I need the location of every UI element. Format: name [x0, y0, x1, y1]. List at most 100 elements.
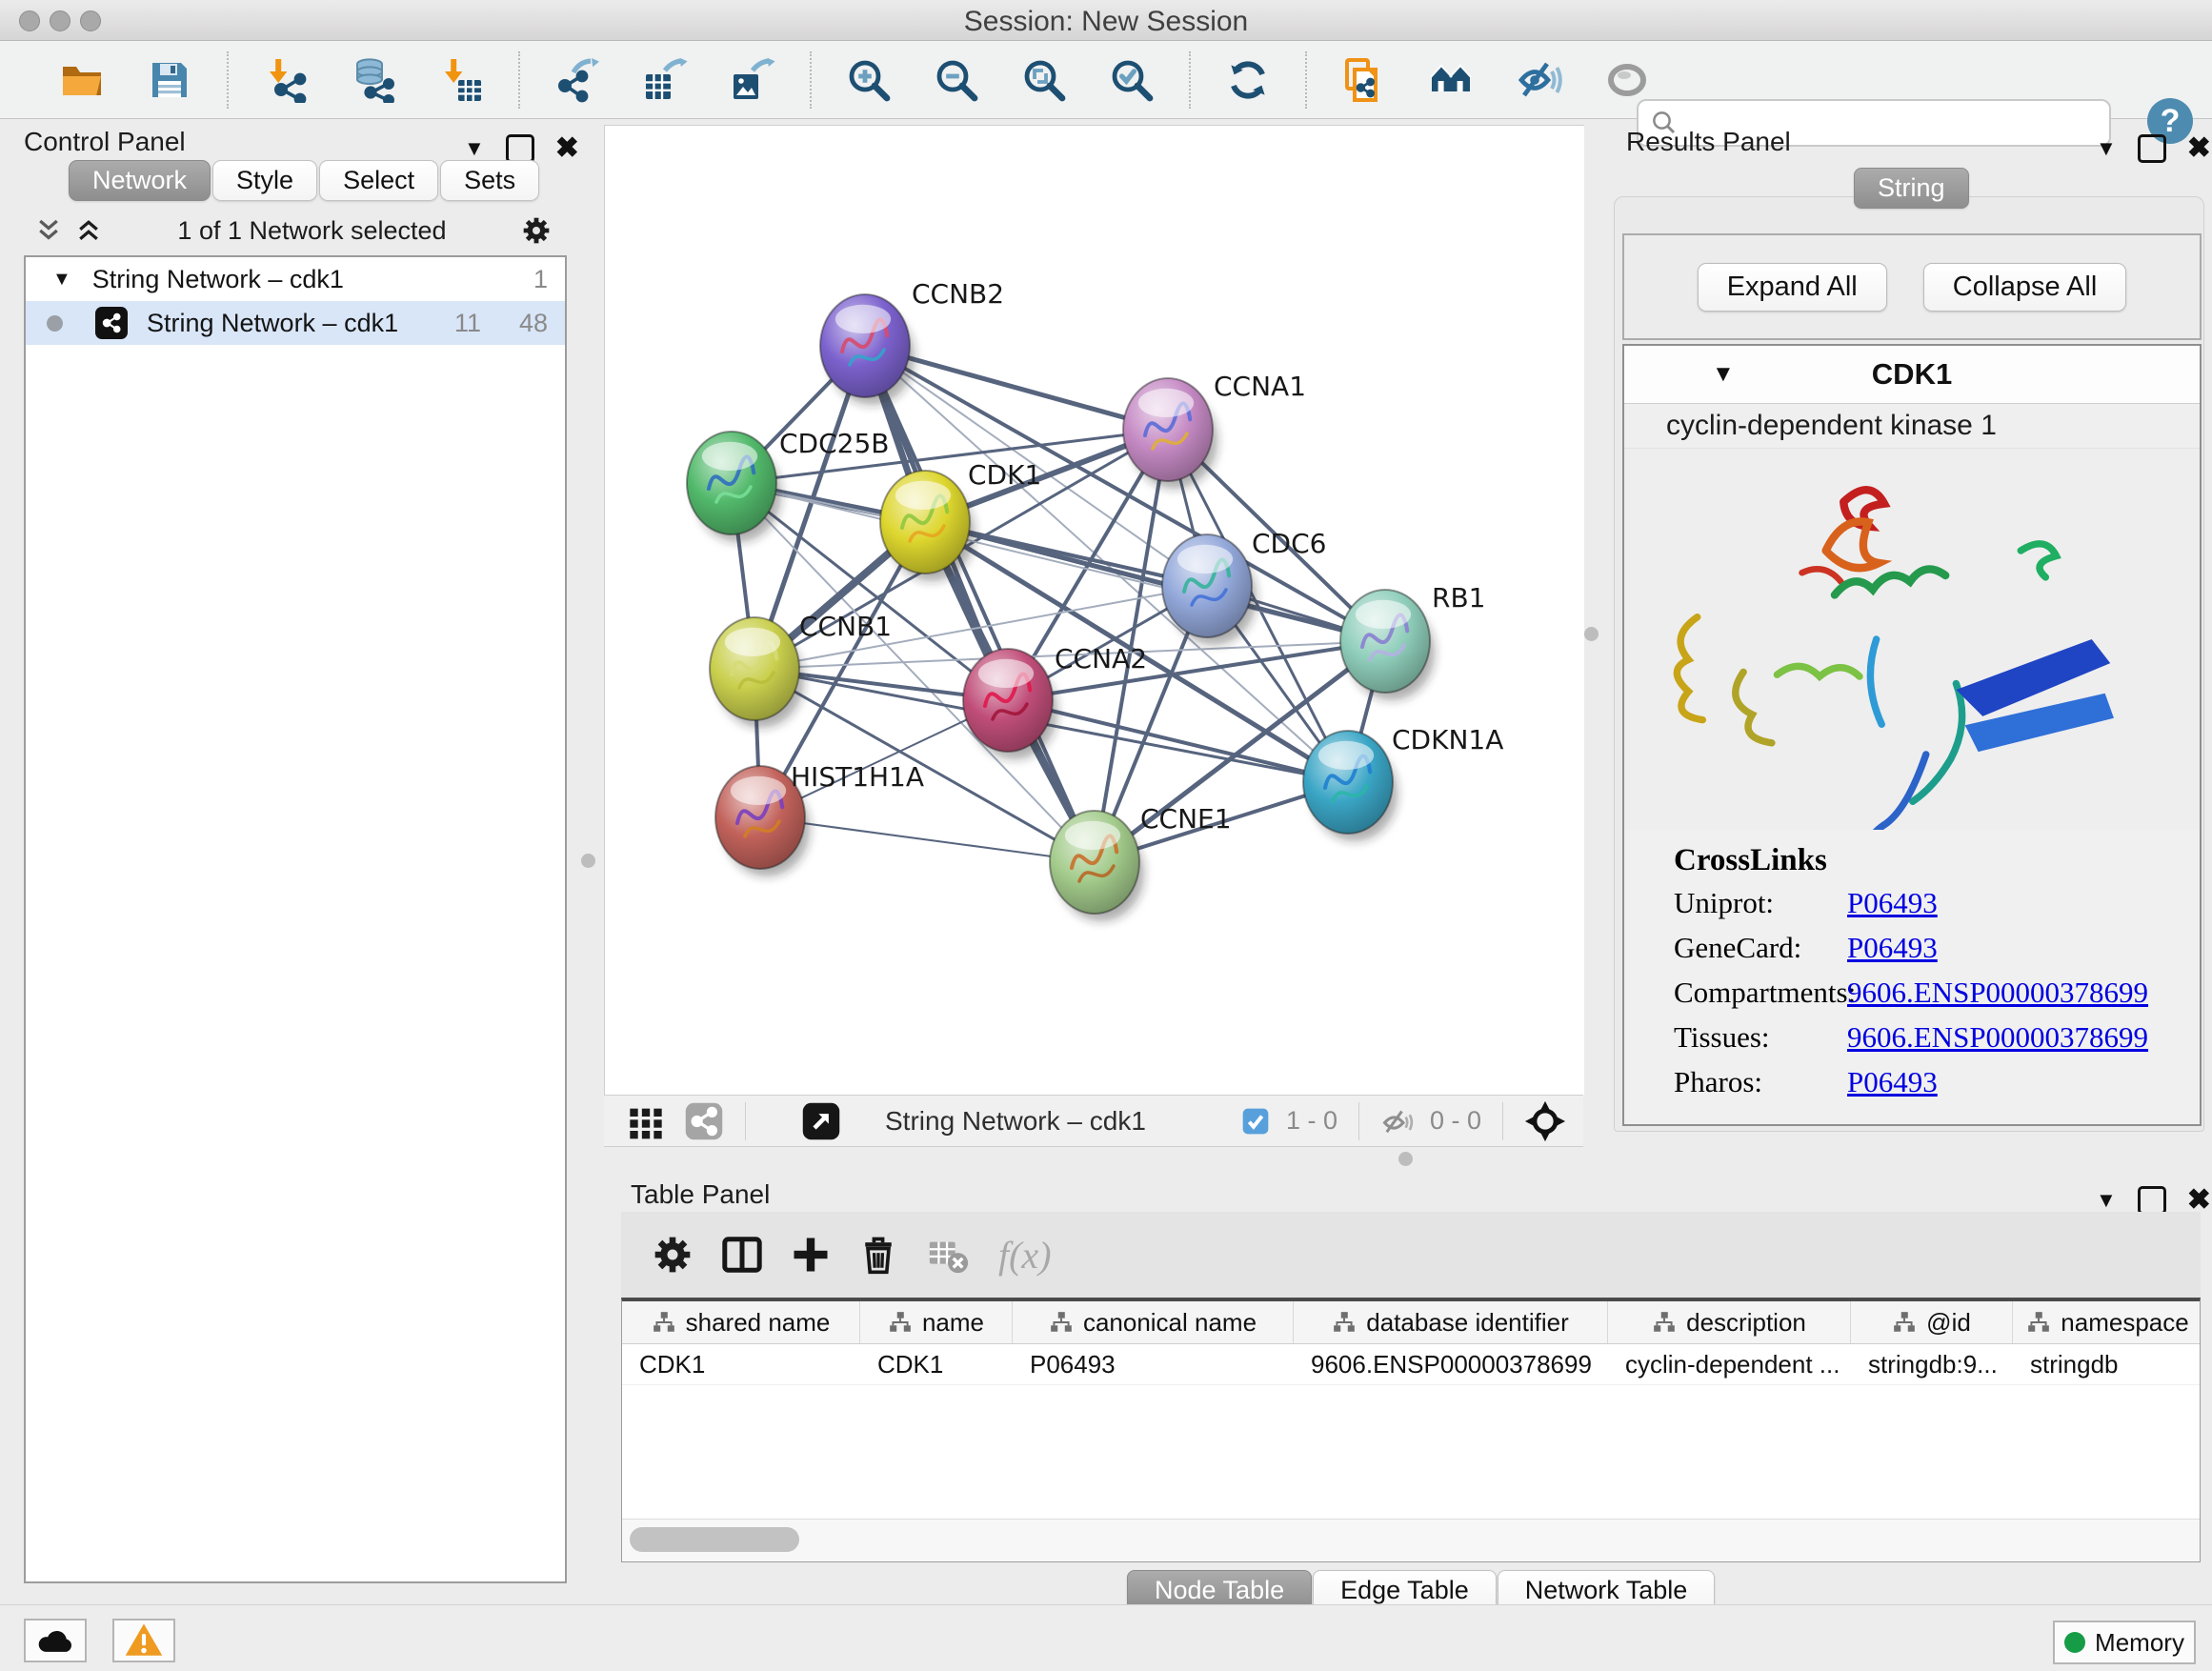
tab-network[interactable]: Network	[69, 160, 211, 201]
refresh-view-button[interactable]	[1204, 50, 1292, 111]
control-panel-menu-button[interactable]: ▼	[464, 136, 485, 161]
node-CCNA2[interactable]	[963, 649, 1053, 752]
create-column-button[interactable]	[777, 1235, 844, 1275]
table-h-scrollbar[interactable]	[622, 1519, 2200, 1561]
column-header-shared-name[interactable]: shared name	[622, 1301, 860, 1343]
tab-string-results[interactable]: String	[1854, 168, 1969, 209]
network-overview-icon	[1429, 57, 1475, 103]
crosslink-link[interactable]: 9606.ENSP00000378699	[1847, 976, 2148, 1010]
node-CCNA1[interactable]	[1123, 378, 1213, 481]
zoom-fit-icon	[1021, 57, 1067, 103]
right-splitter-handle[interactable]	[1584, 627, 1599, 641]
node-RB1[interactable]	[1340, 590, 1430, 693]
delete-table-button[interactable]	[913, 1233, 983, 1277]
tab-style[interactable]: Style	[212, 160, 317, 201]
crosslink-link[interactable]: 9606.ENSP00000378699	[1847, 1020, 2148, 1055]
zoom-in-button[interactable]	[825, 50, 913, 111]
import-network-file-icon	[263, 57, 309, 103]
table-cell[interactable]: CDK1	[860, 1344, 1013, 1384]
scrollbar-thumb[interactable]	[630, 1527, 799, 1552]
node-CDC25B[interactable]	[687, 432, 776, 534]
crosslink-link[interactable]: P06493	[1847, 931, 1938, 965]
table-cell[interactable]: stringdb	[2013, 1344, 2201, 1384]
grid-icon	[627, 1102, 665, 1140]
results-panel-close-button[interactable]: ✖	[2187, 131, 2211, 165]
clone-network-button[interactable]	[1320, 50, 1408, 111]
crosslink-link[interactable]: P06493	[1847, 1065, 1938, 1099]
selected-nodes-button[interactable]	[1231, 1106, 1280, 1137]
crosslink-link[interactable]: P06493	[1847, 886, 1938, 920]
delete-column-button[interactable]	[844, 1234, 913, 1276]
column-header-database-identifier[interactable]: database identifier	[1294, 1301, 1608, 1343]
string-panel-button[interactable]	[674, 1101, 734, 1141]
tab-sets[interactable]: Sets	[440, 160, 539, 201]
fit-selected-button[interactable]	[1515, 1100, 1576, 1142]
node-CCNB1[interactable]	[710, 617, 799, 720]
expander-icon[interactable]: ▼	[52, 269, 71, 291]
control-panel-float-button[interactable]	[506, 134, 534, 163]
network-canvas[interactable]: CCNB2CCNA1CDC25BCDK1CDC6RB1CCNB1CCNA2CDK…	[604, 125, 1584, 1096]
zoom-fit-button[interactable]	[1000, 50, 1088, 111]
zoom-out-button[interactable]	[913, 50, 1000, 111]
table-cell[interactable]: cyclin-dependent ...	[1608, 1344, 1851, 1384]
node-CCNE1[interactable]	[1050, 811, 1139, 914]
network-row[interactable]: String Network – cdk1 11 48	[26, 301, 565, 345]
import-network-database-button[interactable]	[330, 50, 417, 111]
function-builder-icon[interactable]: f(x)	[983, 1233, 1067, 1278]
attribute-icon	[1652, 1310, 1677, 1335]
show-columns-button[interactable]	[707, 1233, 777, 1277]
table-cell[interactable]: P06493	[1013, 1344, 1294, 1384]
import-table-file-button[interactable]	[417, 50, 505, 111]
node-CDKN1A[interactable]	[1303, 731, 1393, 834]
table-cell[interactable]: CDK1	[622, 1344, 860, 1384]
save-session-button[interactable]	[126, 50, 213, 111]
hidden-nodes-button[interactable]	[1371, 1104, 1424, 1138]
table-options-button[interactable]	[638, 1234, 707, 1276]
node-CDC6[interactable]	[1162, 534, 1252, 637]
expand-all-networks-button[interactable]	[69, 216, 109, 245]
network-collection-row[interactable]: ▼ String Network – cdk1 1	[26, 257, 565, 301]
collapse-all-networks-button[interactable]	[29, 216, 69, 245]
column-header-description[interactable]: description	[1608, 1301, 1851, 1343]
export-image-button[interactable]	[709, 50, 796, 111]
control-panel-close-button[interactable]: ✖	[555, 131, 579, 165]
table-panel-float-button[interactable]	[2138, 1186, 2166, 1215]
memory-button[interactable]: Memory	[2053, 1621, 2196, 1664]
export-table-button[interactable]	[621, 50, 709, 111]
table-row[interactable]: CDK1CDK1P064939606.ENSP00000378699cyclin…	[622, 1344, 2200, 1385]
column-header--id[interactable]: @id	[1851, 1301, 2013, 1343]
divider	[745, 1102, 746, 1140]
network-options-button[interactable]	[515, 215, 557, 246]
crosslink-row: Tissues:9606.ENSP00000378699	[1674, 1020, 2200, 1055]
table-cell[interactable]: stringdb:9...	[1851, 1344, 2013, 1384]
collapse-all-button[interactable]: Collapse All	[1923, 263, 2127, 312]
detach-view-button[interactable]	[792, 1101, 851, 1141]
network-graph[interactable]: CCNB2CCNA1CDC25BCDK1CDC6RB1CCNB1CCNA2CDK…	[605, 126, 1584, 1096]
table-panel-menu-button[interactable]: ▼	[2096, 1188, 2117, 1213]
column-header-namespace[interactable]: namespace	[2013, 1301, 2201, 1343]
edge-HIST1H1A-CCNE1[interactable]	[760, 817, 1095, 862]
tab-select[interactable]: Select	[319, 160, 438, 201]
results-panel-float-button[interactable]	[2138, 134, 2166, 163]
results-entry-header[interactable]: ▼ CDK1	[1624, 346, 2200, 404]
network-overview-button[interactable]	[1408, 50, 1496, 111]
expand-all-button[interactable]: Expand All	[1698, 263, 1887, 312]
import-network-file-button[interactable]	[242, 50, 330, 111]
bottom-splitter-handle[interactable]	[1398, 1152, 1413, 1166]
birds-eye-view-button[interactable]	[617, 1102, 674, 1140]
zoom-selected-button[interactable]	[1088, 50, 1176, 111]
results-panel-menu-button[interactable]: ▼	[2096, 136, 2117, 161]
node-CCNB2[interactable]	[820, 294, 910, 397]
cloud-status-button[interactable]	[24, 1619, 87, 1662]
open-session-button[interactable]	[38, 50, 126, 111]
column-header-canonical-name[interactable]: canonical name	[1013, 1301, 1294, 1343]
entry-name: CDK1	[1624, 357, 2200, 392]
node-CDK1[interactable]	[880, 471, 970, 574]
export-network-button[interactable]	[533, 50, 621, 111]
gear-icon	[521, 215, 552, 246]
column-header-name[interactable]: name	[860, 1301, 1013, 1343]
table-cell[interactable]: 9606.ENSP00000378699	[1294, 1344, 1608, 1384]
warnings-button[interactable]	[112, 1619, 175, 1662]
hide-graphics-details-button[interactable]	[1496, 50, 1583, 111]
left-splitter-handle[interactable]	[581, 854, 595, 868]
